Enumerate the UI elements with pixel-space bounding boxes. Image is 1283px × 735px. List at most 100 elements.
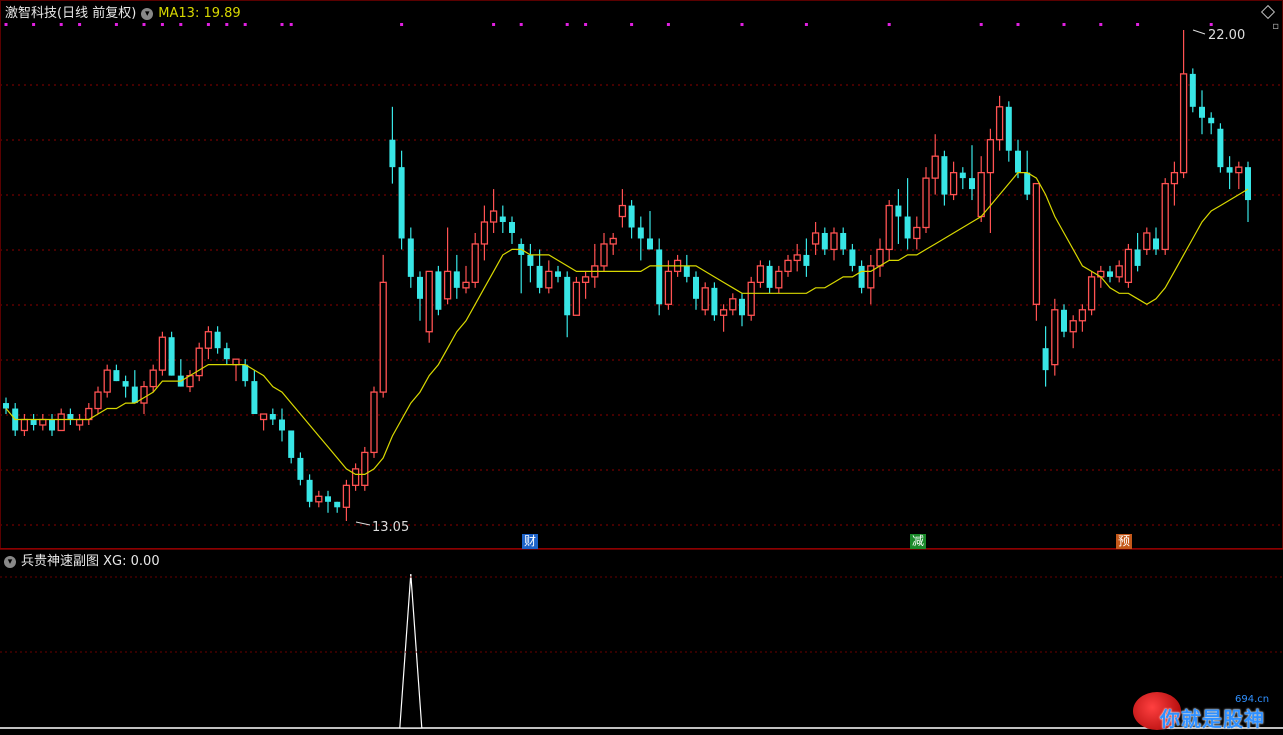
candle[interactable] xyxy=(518,238,525,294)
candle[interactable] xyxy=(1245,161,1251,223)
candle[interactable] xyxy=(342,479,351,521)
candle[interactable] xyxy=(443,227,452,305)
candle[interactable] xyxy=(821,227,828,255)
candle[interactable] xyxy=(186,370,194,393)
candle[interactable] xyxy=(876,238,884,277)
candle[interactable] xyxy=(747,276,755,321)
sub-indicator-dropdown-icon[interactable]: ▾ xyxy=(4,555,16,568)
candle[interactable] xyxy=(1235,161,1243,190)
candle[interactable] xyxy=(729,293,737,316)
candle[interactable] xyxy=(628,200,635,239)
candle[interactable] xyxy=(775,265,783,294)
stock-name[interactable]: 激智科技 xyxy=(5,6,57,21)
candle[interactable] xyxy=(830,227,838,261)
candle[interactable] xyxy=(67,408,74,425)
candle[interactable] xyxy=(489,189,498,233)
candle[interactable] xyxy=(103,364,111,398)
candle[interactable] xyxy=(555,265,561,283)
finance-event-badge[interactable]: 财 xyxy=(522,534,539,549)
candle[interactable] xyxy=(251,370,258,415)
indicator-dropdown-icon[interactable]: ▾ xyxy=(141,7,154,20)
candle[interactable] xyxy=(1170,161,1179,206)
candlestick-series[interactable] xyxy=(3,30,1251,521)
candle[interactable] xyxy=(361,446,369,491)
candle[interactable] xyxy=(941,150,948,206)
candle[interactable] xyxy=(30,414,37,431)
candle[interactable] xyxy=(232,358,240,382)
candle[interactable] xyxy=(572,276,581,316)
candle[interactable] xyxy=(1143,227,1151,255)
candle[interactable] xyxy=(840,227,847,255)
candle[interactable] xyxy=(351,463,360,491)
candle[interactable] xyxy=(895,189,902,244)
candle[interactable] xyxy=(913,216,921,250)
candle[interactable] xyxy=(297,452,304,486)
candle[interactable] xyxy=(1115,260,1123,283)
candle[interactable] xyxy=(269,408,276,425)
candle[interactable] xyxy=(1208,112,1215,135)
candle[interactable] xyxy=(766,260,773,294)
candle[interactable] xyxy=(600,232,608,272)
candle[interactable] xyxy=(1124,243,1133,288)
candle[interactable] xyxy=(131,370,138,404)
candle[interactable] xyxy=(784,254,792,277)
candle[interactable] xyxy=(214,326,221,354)
candle[interactable] xyxy=(995,95,1004,151)
candle[interactable] xyxy=(701,282,709,316)
candle[interactable] xyxy=(149,364,157,393)
candle[interactable] xyxy=(242,359,249,387)
candle[interactable] xyxy=(683,254,690,283)
candle[interactable] xyxy=(407,227,414,288)
candle[interactable] xyxy=(325,490,331,513)
candle[interactable] xyxy=(739,293,745,327)
candle[interactable] xyxy=(959,167,966,190)
candle[interactable] xyxy=(581,271,590,299)
candle[interactable] xyxy=(389,106,396,184)
candle[interactable] xyxy=(545,260,553,294)
forecast-badge[interactable]: 预 xyxy=(1116,534,1133,549)
candle[interactable] xyxy=(39,414,47,431)
candle[interactable] xyxy=(986,128,995,233)
candle[interactable] xyxy=(453,254,460,299)
candle[interactable] xyxy=(1061,304,1067,338)
candle[interactable] xyxy=(471,232,479,288)
candle[interactable] xyxy=(1069,315,1077,349)
candle[interactable] xyxy=(462,265,470,294)
candle[interactable] xyxy=(1189,68,1196,113)
candle[interactable] xyxy=(664,260,673,310)
candle[interactable] xyxy=(1087,271,1096,316)
candle[interactable] xyxy=(931,134,939,195)
candle[interactable] xyxy=(509,216,515,244)
candle[interactable] xyxy=(885,200,893,261)
candle[interactable] xyxy=(75,414,84,431)
candle[interactable] xyxy=(113,364,120,382)
candle[interactable] xyxy=(158,331,167,376)
candle[interactable] xyxy=(609,232,617,255)
panel-corner-icon[interactable]: ▫ xyxy=(1272,22,1279,32)
candle[interactable] xyxy=(536,249,543,294)
candle[interactable] xyxy=(1005,101,1012,162)
candle[interactable] xyxy=(288,430,295,464)
sub-indicator-name[interactable]: 兵贵神速副图 xyxy=(21,554,99,569)
candle[interactable] xyxy=(1153,227,1159,255)
candle[interactable] xyxy=(756,260,765,288)
candle[interactable] xyxy=(922,167,930,233)
candle[interactable] xyxy=(499,205,506,233)
candle[interactable] xyxy=(1179,30,1188,179)
candle[interactable] xyxy=(656,238,663,316)
candle[interactable] xyxy=(398,150,405,250)
candle[interactable] xyxy=(1032,182,1041,321)
candle[interactable] xyxy=(647,211,653,250)
candle[interactable] xyxy=(1107,265,1113,283)
candle[interactable] xyxy=(1161,178,1169,255)
candle[interactable] xyxy=(564,271,571,338)
candle[interactable] xyxy=(195,342,203,382)
candle[interactable] xyxy=(591,243,599,288)
candle[interactable] xyxy=(867,254,875,305)
candle[interactable] xyxy=(719,304,728,332)
candle[interactable] xyxy=(1042,326,1049,387)
candle[interactable] xyxy=(480,205,489,261)
candle[interactable] xyxy=(969,145,975,201)
candle[interactable] xyxy=(1217,123,1224,173)
candle[interactable] xyxy=(949,161,958,201)
